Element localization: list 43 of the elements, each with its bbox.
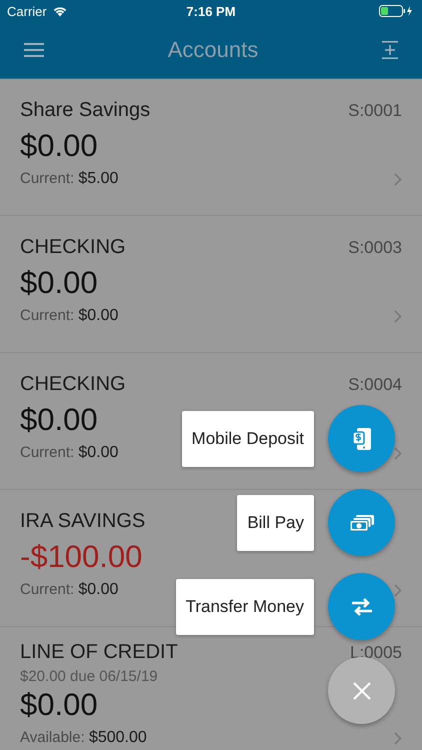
account-balance: -$100.00: [20, 539, 142, 575]
chevron-icon: [394, 732, 402, 744]
chevron-icon: [394, 446, 402, 460]
account-balance: $0.00: [20, 128, 98, 164]
action-label[interactable]: Mobile Deposit: [182, 410, 314, 466]
account-name: IRA SAVINGS: [20, 510, 146, 533]
balance-detail: Available: $500.00: [20, 729, 147, 747]
page-title: Accounts: [168, 37, 258, 63]
wifi-icon: [52, 5, 68, 17]
account-balance: $0.00: [20, 265, 98, 301]
payment-due-text: $20.00 due 06/15/19: [20, 668, 158, 685]
balance-detail: Current: $0.00: [20, 307, 118, 325]
account-name: CHECKING: [20, 373, 126, 396]
account-name: LINE OF CREDIT: [20, 641, 178, 664]
close-icon: [352, 682, 370, 700]
balance-detail: Current: $5.00: [20, 170, 118, 188]
swap-arrows-icon: [350, 598, 374, 616]
action-label[interactable]: Transfer Money: [176, 578, 314, 634]
action-label[interactable]: Bill Pay: [237, 494, 314, 550]
mobile-deposit-button[interactable]: [328, 405, 395, 472]
balance-detail: Current: $0.00: [20, 581, 118, 599]
account-balance: $0.00: [20, 402, 98, 438]
account-name: CHECKING: [20, 236, 126, 259]
menu-icon[interactable]: [24, 43, 44, 57]
battery-icon: [379, 5, 415, 17]
close-button[interactable]: [328, 657, 395, 724]
transfer-button[interactable]: [328, 573, 395, 640]
account-number: L:0005: [350, 643, 402, 663]
carrier-text: Carrier: [7, 4, 47, 18]
account-number: S:0004: [348, 375, 402, 395]
phone-dollar-icon: [352, 426, 372, 450]
chevron-icon: [394, 172, 402, 186]
expand-icon[interactable]: [382, 41, 398, 59]
account-number: S:0003: [348, 238, 402, 258]
account-name: Share Savings: [20, 99, 150, 122]
bill-pay-button[interactable]: [328, 489, 395, 556]
cash-icon: [348, 514, 374, 532]
chevron-icon: [394, 584, 402, 596]
chevron-icon: [394, 310, 402, 322]
account-balance: $0.00: [20, 687, 98, 723]
balance-detail: Current: $0.00: [20, 444, 118, 462]
account-number: S:0001: [348, 101, 402, 121]
clock-text: 7:16 PM: [186, 4, 236, 18]
